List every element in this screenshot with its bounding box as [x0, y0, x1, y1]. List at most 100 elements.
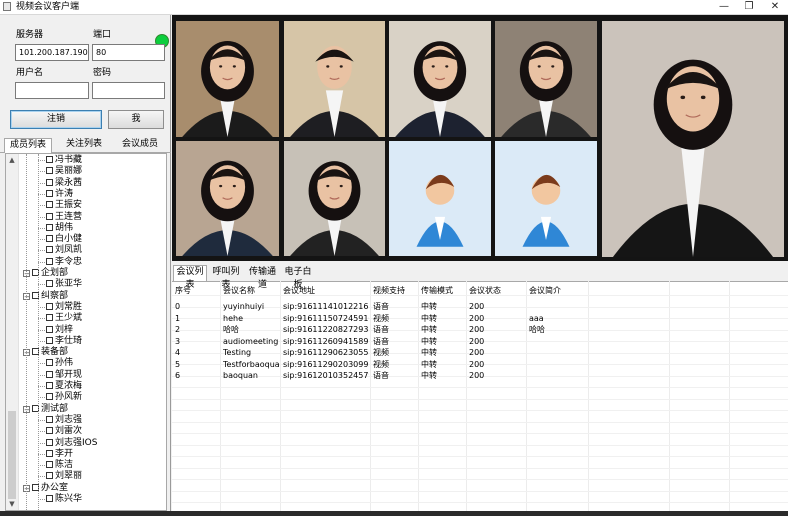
member-tree[interactable]: ▲ ▼ 冯书藏 吴丽娜 梁永茜 许涛 王振安 王连营 胡伟 白小健 刘凤凯 李令忠 − 企划部 张亚华 −… — [5, 153, 167, 511]
table-cell[interactable]: Testforbaoquan — [223, 359, 279, 370]
member-checkbox[interactable] — [46, 156, 53, 163]
table-cell[interactable]: 5 — [175, 359, 219, 370]
table-cell[interactable]: baoquan — [223, 370, 279, 381]
tree-group[interactable]: − 企划部 — [23, 268, 68, 279]
member-checkbox[interactable] — [46, 370, 53, 378]
maximize-button[interactable]: ❐ — [737, 0, 761, 14]
member-checkbox[interactable] — [46, 302, 53, 310]
member-checkbox[interactable] — [46, 212, 53, 220]
close-button[interactable]: ✕ — [763, 0, 787, 14]
member-checkbox[interactable] — [46, 393, 53, 401]
tree-member[interactable]: 李令忠 — [46, 257, 82, 268]
tree-member[interactable]: 张亚华 — [46, 279, 82, 290]
tree-group[interactable]: − 办公室 — [23, 483, 68, 494]
table-cell[interactable]: 0 — [175, 301, 219, 312]
tree-member[interactable]: 吴丽娜 — [46, 166, 82, 177]
col-index-header[interactable]: 序号 — [175, 285, 219, 296]
tree-member[interactable]: 李仕琦 — [46, 336, 82, 347]
member-checkbox[interactable] — [46, 495, 53, 502]
tree-member[interactable]: 孙风新 — [46, 392, 82, 403]
member-checkbox[interactable] — [46, 359, 53, 367]
port-input[interactable]: 80 — [92, 44, 165, 61]
tab-meeting-members[interactable]: 会议成员 — [114, 138, 166, 152]
table-cell[interactable]: Testing — [223, 347, 279, 358]
table-cell[interactable]: 4 — [175, 347, 219, 358]
table-cell[interactable]: 语音 — [373, 336, 417, 347]
member-checkbox[interactable] — [46, 325, 53, 333]
table-cell[interactable]: 哈哈 — [529, 324, 587, 335]
member-checkbox[interactable] — [46, 280, 53, 288]
table-cell[interactable]: sip:91611150724591083225... — [283, 313, 369, 324]
tree-member[interactable]: 刘志强 — [46, 415, 82, 426]
tree-group[interactable]: − 装备部 — [23, 347, 68, 358]
table-cell[interactable]: audiomeeting — [223, 336, 279, 347]
table-cell[interactable]: 中转 — [421, 347, 465, 358]
tree-member[interactable]: 王振安 — [46, 200, 82, 211]
tree-member[interactable]: 孙伟 — [46, 358, 73, 369]
scroll-thumb[interactable] — [8, 411, 16, 499]
username-input[interactable] — [15, 82, 89, 99]
table-cell[interactable]: sip:91611260941589524031... — [283, 336, 369, 347]
table-cell[interactable]: 3 — [175, 336, 219, 347]
video-tile[interactable] — [389, 141, 491, 256]
tree-member[interactable]: 梁永茜 — [46, 178, 82, 189]
video-tile[interactable] — [389, 21, 491, 137]
table-cell[interactable]: 200 — [469, 347, 525, 358]
tab-call-list[interactable]: 呼叫列表 — [209, 266, 243, 290]
member-checkbox[interactable] — [46, 167, 53, 175]
tree-member[interactable]: 白小健 — [46, 234, 82, 245]
table-cell[interactable] — [529, 301, 587, 312]
tab-member-list[interactable]: 成员列表 — [4, 138, 52, 153]
video-tile[interactable] — [284, 21, 385, 137]
member-checkbox[interactable] — [46, 449, 53, 457]
tree-member[interactable]: 胡伟 — [46, 223, 73, 234]
table-cell[interactable] — [529, 336, 587, 347]
table-cell[interactable]: 视频 — [373, 313, 417, 324]
video-tile[interactable] — [495, 141, 597, 256]
table-cell[interactable]: 语音 — [373, 324, 417, 335]
member-checkbox[interactable] — [46, 427, 53, 435]
tree-member[interactable]: 刘梓 — [46, 325, 73, 336]
server-input[interactable]: 101.200.187.190 — [15, 44, 89, 61]
tab-transfer-channel[interactable]: 传输通道 — [245, 266, 280, 290]
table-cell[interactable]: 语音 — [373, 370, 417, 381]
password-input[interactable] — [92, 82, 165, 99]
table-cell[interactable]: 6 — [175, 370, 219, 381]
tree-member[interactable]: 刘常胜 — [46, 302, 82, 313]
video-tile[interactable] — [602, 21, 784, 257]
tab-whiteboard[interactable]: 电子白板 — [281, 266, 315, 290]
member-checkbox[interactable] — [46, 178, 53, 186]
tree-member[interactable]: 刘凤凯 — [46, 245, 82, 256]
table-cell[interactable]: sip:91611141012216158418... — [283, 301, 369, 312]
table-cell[interactable]: yuyinhuiyi — [223, 301, 279, 312]
table-cell[interactable]: 中转 — [421, 301, 465, 312]
tree-group[interactable]: − 纠察部 — [23, 291, 68, 302]
member-checkbox[interactable] — [46, 415, 53, 423]
col-meeting-address-header[interactable]: 会议地址 — [283, 285, 369, 296]
scroll-up-icon[interactable]: ▲ — [6, 154, 18, 166]
table-cell[interactable] — [529, 347, 587, 358]
member-checkbox[interactable] — [46, 314, 53, 322]
scroll-down-icon[interactable]: ▼ — [6, 498, 18, 510]
tree-member[interactable]: 刘志强IOS — [46, 438, 97, 449]
member-checkbox[interactable] — [46, 438, 53, 446]
member-checkbox[interactable] — [46, 189, 53, 197]
table-cell[interactable]: 1 — [175, 313, 219, 324]
tree-member[interactable]: 王连营 — [46, 212, 82, 223]
table-cell[interactable]: 200 — [469, 336, 525, 347]
table-cell[interactable]: 中转 — [421, 370, 465, 381]
member-checkbox[interactable] — [46, 246, 53, 254]
tree-member[interactable]: 王少斌 — [46, 313, 82, 324]
table-cell[interactable]: 200 — [469, 359, 525, 370]
table-cell[interactable]: 语音 — [373, 301, 417, 312]
table-cell[interactable]: sip:91611290203099264759... — [283, 359, 369, 370]
table-cell[interactable]: 视频 — [373, 347, 417, 358]
table-cell[interactable] — [529, 359, 587, 370]
table-cell[interactable]: 中转 — [421, 324, 465, 335]
table-cell[interactable]: 200 — [469, 313, 525, 324]
video-tile[interactable] — [284, 141, 385, 256]
table-cell[interactable]: 视频 — [373, 359, 417, 370]
table-cell[interactable]: aaa — [529, 313, 587, 324]
tree-member[interactable]: 夏浓梅 — [46, 381, 82, 392]
member-checkbox[interactable] — [46, 336, 53, 344]
